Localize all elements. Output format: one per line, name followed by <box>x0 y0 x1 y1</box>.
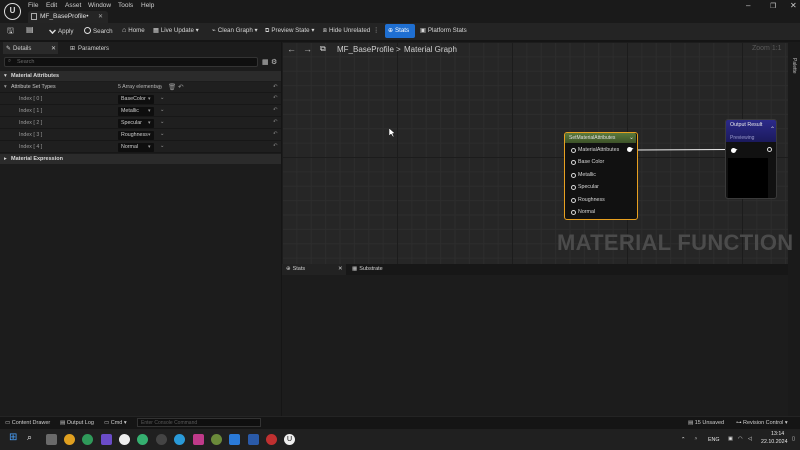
yandex-icon[interactable] <box>119 434 130 445</box>
cmd-label: Cmd <box>110 420 123 426</box>
pin-metallic[interactable]: Metallic <box>571 172 596 178</box>
revision-control-button[interactable]: ⊶ Revision Control ▾ <box>736 420 788 426</box>
whatsapp-icon[interactable] <box>137 434 148 445</box>
node-title: SetMaterialAttributes <box>565 133 636 143</box>
unsaved-button[interactable]: ▤ 15 Unsaved <box>688 420 724 426</box>
app-icon[interactable] <box>156 434 167 445</box>
output-log-label: Output Log <box>66 420 94 426</box>
unsaved-icon: ▤ <box>688 420 695 426</box>
pin-material-attributes[interactable]: MaterialAttributes <box>571 147 620 153</box>
status-bar: ▭ Content Drawer ▤ Output Log ▭ Cmd ▾ ▤ … <box>0 416 800 429</box>
content-drawer-label: Content Drawer <box>11 420 51 426</box>
telegram-icon[interactable] <box>174 434 185 445</box>
tab-substrate-label: Substrate <box>359 266 383 272</box>
unreal-engine-icon[interactable]: U <box>284 434 295 445</box>
mouse-cursor-icon <box>389 128 396 138</box>
output-result-node[interactable]: Output Result Previewing ⌃ ▸ <box>725 119 777 199</box>
discord-icon[interactable] <box>101 434 112 445</box>
console-placeholder: Enter Console Command <box>141 420 198 426</box>
node-subtitle: Previewing <box>730 135 755 141</box>
chevron-up-icon[interactable]: ⌃ <box>770 126 775 133</box>
pin-label: Normal <box>578 209 596 215</box>
chevron-down-icon[interactable]: ⌄ <box>629 134 634 141</box>
notifications-icon[interactable]: ▯ <box>792 436 795 442</box>
volume-icon[interactable]: ◁ <box>748 436 752 442</box>
chrome-icon[interactable] <box>64 434 75 445</box>
pin-base-color[interactable]: Base Color <box>571 159 605 165</box>
content-drawer-button[interactable]: ▭ Content Drawer <box>5 420 50 426</box>
tab-stats[interactable]: ⊕ Stats ✕ <box>282 264 346 275</box>
output-pin-icon[interactable] <box>767 147 772 152</box>
windows-start-icon[interactable]: ⊞ <box>9 432 20 443</box>
console-command-input[interactable]: Enter Console Command <box>137 418 261 427</box>
search-icon[interactable]: ⌕ <box>27 432 38 443</box>
clock-time[interactable]: 13:14 <box>771 431 784 437</box>
revision-control-icon: ⊶ <box>736 420 744 426</box>
pin-label: Specular <box>578 184 599 190</box>
tray-app-icon[interactable]: ▣ <box>728 436 733 442</box>
output-node-header: Output Result Previewing ⌃ <box>726 120 776 142</box>
output-pin-arrow-icon: ▸ <box>631 146 634 152</box>
app-icon[interactable] <box>266 434 277 445</box>
pin-label: Roughness <box>578 197 605 203</box>
tray-app-icon[interactable]: ◔ <box>694 436 697 442</box>
pin-label: Base Color <box>578 159 605 165</box>
set-material-attributes-node[interactable]: SetMaterialAttributes ⌄ MaterialAttribut… <box>564 132 638 220</box>
output-log-icon: ▤ <box>60 420 67 426</box>
pin-label: Metallic <box>578 172 596 178</box>
input-pin-arrow-icon: ▸ <box>735 147 738 153</box>
pin-label: MaterialAttributes <box>578 147 620 153</box>
pin-roughness[interactable]: Roughness <box>571 197 605 203</box>
pin-normal[interactable]: Normal <box>571 209 596 215</box>
material-preview <box>728 158 768 198</box>
stats-tab-icon: ⊕ <box>286 266 291 272</box>
pin-specular[interactable]: Specular <box>571 184 599 190</box>
cmd-button[interactable]: ▭ Cmd ▾ <box>104 420 127 426</box>
node-title: Output Result <box>730 122 763 128</box>
language-indicator[interactable]: ENG <box>708 437 719 443</box>
output-log-button[interactable]: ▤ Output Log <box>60 420 94 426</box>
tab-stats-label: Stats <box>292 266 306 272</box>
revision-control-label: Revision Control <box>743 420 784 426</box>
substrate-tab-icon: ▦ <box>352 266 358 272</box>
tab-substrate[interactable]: ▦ Substrate <box>348 264 408 275</box>
clock-date[interactable]: 22.10.2024 <box>761 439 788 445</box>
windows-taskbar: ⊞ ⌕ U ⌃ ◔ ENG ▣ ◠ ◁ 13:14 22.10.2024 ▯ <box>0 429 800 450</box>
unsaved-label: 15 Unsaved <box>694 420 725 426</box>
edge-icon[interactable] <box>82 434 93 445</box>
app-icon[interactable] <box>211 434 222 445</box>
tray-arrow-icon[interactable]: ⌃ <box>681 437 685 443</box>
cmd-icon: ▭ <box>104 420 111 426</box>
content-drawer-icon: ▭ <box>5 420 12 426</box>
task-view-icon[interactable] <box>46 434 57 445</box>
app-icon[interactable] <box>248 434 259 445</box>
wifi-icon[interactable]: ◠ <box>738 436 743 442</box>
stats-panel <box>282 264 788 416</box>
close-tab-icon[interactable]: ✕ <box>338 266 343 272</box>
media-icon[interactable] <box>193 434 204 445</box>
file-explorer-icon[interactable] <box>229 434 240 445</box>
stats-tab-bar: ⊕ Stats ✕ ▦ Substrate <box>282 264 788 275</box>
